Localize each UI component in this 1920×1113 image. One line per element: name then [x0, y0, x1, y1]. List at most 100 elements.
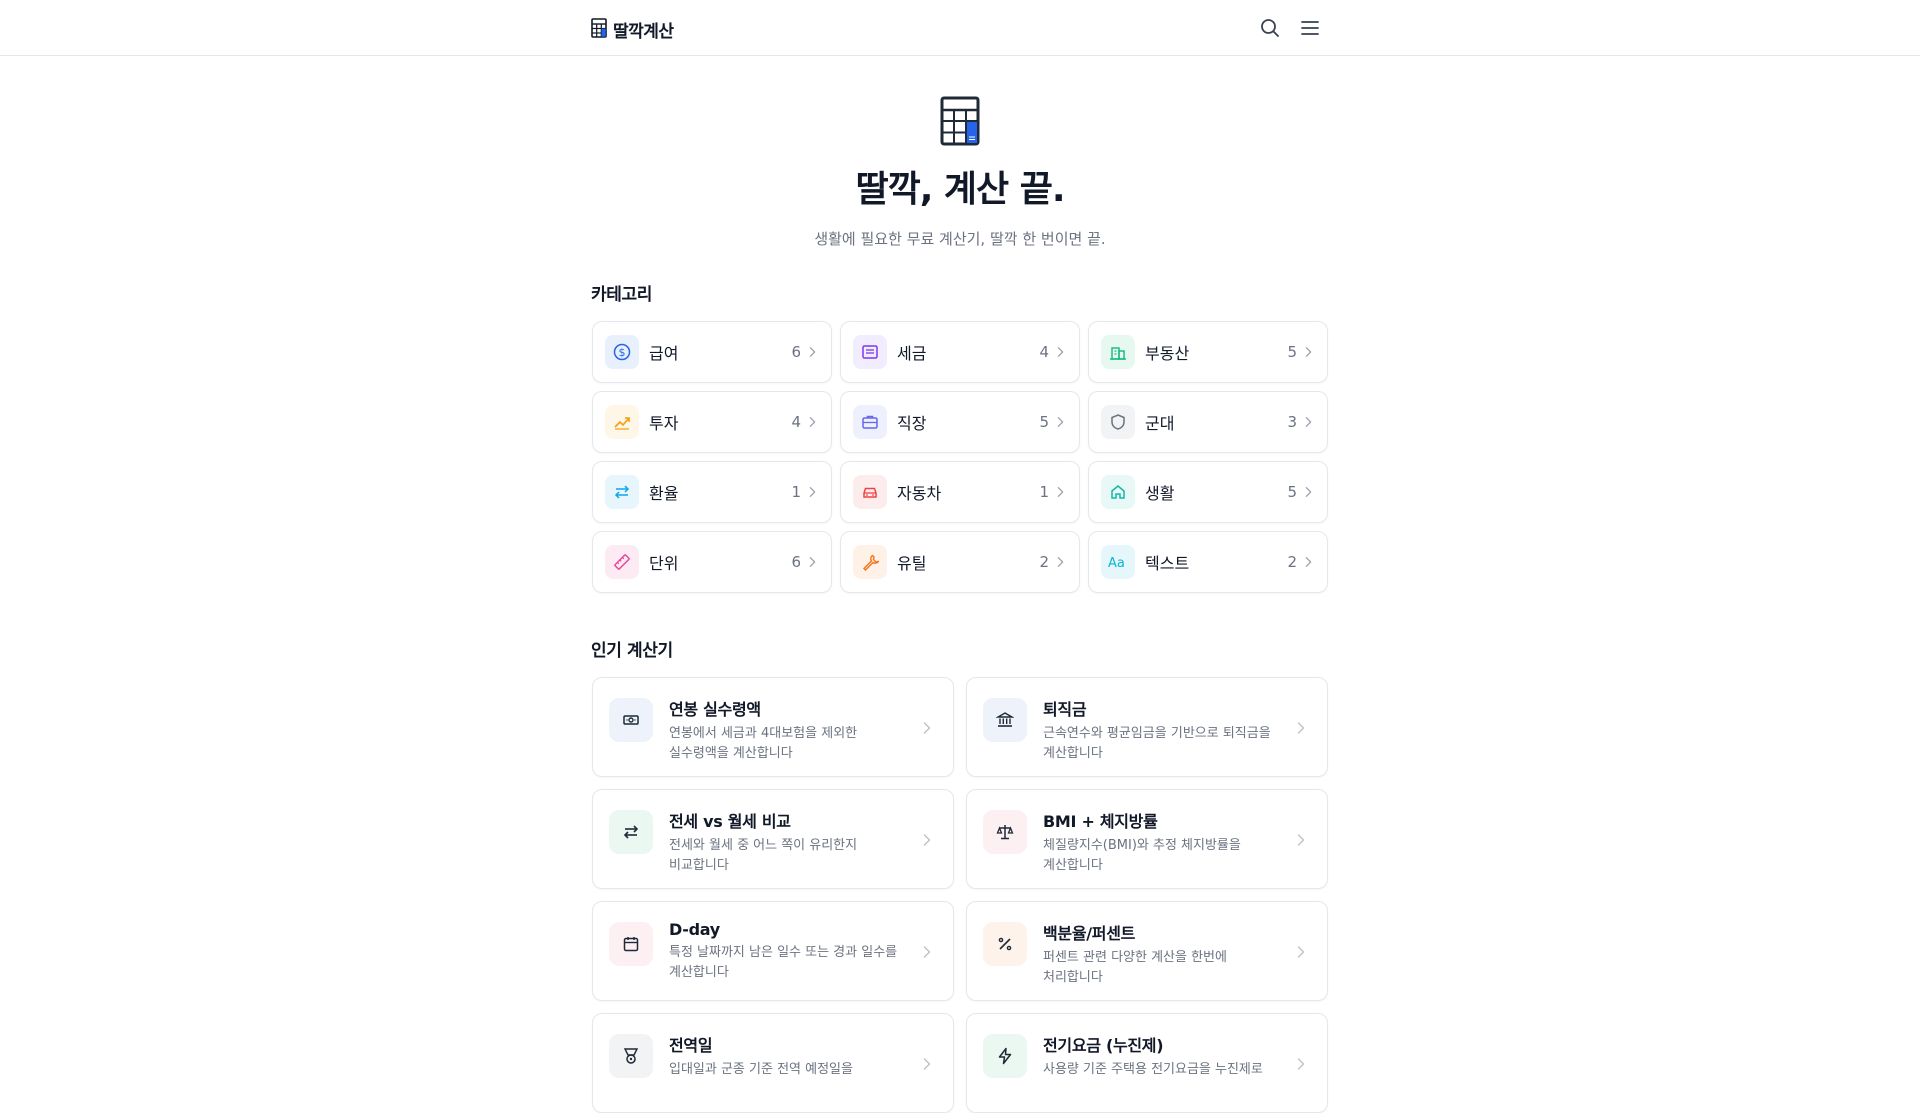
category-count: 5 [1039, 413, 1049, 431]
category-label: 텍스트 [1145, 554, 1190, 573]
calculator-card-text: 전역일 입대일과 군종 기준 전역 예정일을 [669, 1032, 914, 1080]
category-grid: $ 급여 6 세금 4 부동산 5 투자 4 직장 5 군대 3 환율 1 자동… [592, 321, 1329, 593]
calculator-title: D-day [669, 920, 720, 939]
calculator-description-line-1: 입대일과 군종 기준 전역 예정일을 [669, 1062, 853, 1077]
category-count: 2 [1287, 553, 1297, 571]
category-card[interactable]: $ 급여 6 [592, 321, 832, 383]
calculator-card-text: D-day 특정 날짜까지 남은 일수 또는 경과 일수를 계산합니다 [669, 920, 914, 983]
calculator-description: 퍼센트 관련 다양한 계산을 한번에 처리합니다 [1043, 948, 1288, 988]
chevron-right-icon [1305, 485, 1315, 499]
category-count: 2 [1039, 553, 1049, 571]
car-icon [853, 475, 887, 509]
category-count: 1 [791, 483, 801, 501]
calculator-title: 전역일 [669, 1036, 713, 1055]
calculator-description: 연봉에서 세금과 4대보험을 제외한 실수령액을 계산합니다 [669, 724, 914, 764]
search-icon[interactable] [1259, 17, 1281, 39]
category-label: 부동산 [1145, 344, 1190, 363]
category-label: 환율 [649, 484, 679, 503]
calculator-description-line-1: 사용량 기준 주택용 전기요금을 누진제로 [1043, 1062, 1263, 1077]
percent-icon [983, 922, 1027, 966]
category-count: 4 [1039, 343, 1049, 361]
calculator-card[interactable]: 연봉 실수령액 연봉에서 세금과 4대보험을 제외한 실수령액을 계산합니다 [592, 677, 954, 777]
calculator-description-line-2: 계산합니다 [1043, 858, 1103, 873]
shield-icon [1101, 405, 1135, 439]
category-label: 직장 [897, 414, 927, 433]
category-label: 유틸 [897, 554, 927, 573]
menu-icon[interactable] [1299, 17, 1321, 39]
scale-icon [983, 810, 1027, 854]
exchange-icon [605, 475, 639, 509]
calculator-description-line-2: 실수령액을 계산합니다 [669, 746, 793, 761]
category-label: 군대 [1145, 414, 1175, 433]
ruler-icon [605, 545, 639, 579]
logo-text: 딸깍계산 [613, 22, 674, 42]
category-label: 세금 [897, 344, 927, 363]
category-card[interactable]: Aa 텍스트 2 [1088, 531, 1328, 593]
calculator-description: 특정 날짜까지 남은 일수 또는 경과 일수를 계산합니다 [669, 943, 914, 983]
chevron-right-icon [1305, 555, 1315, 569]
chevron-right-icon [1305, 345, 1315, 359]
calculator-card[interactable]: 퇴직금 근속연수와 평균임금을 기반으로 퇴직금을 계산합니다 [966, 677, 1328, 777]
calculator-card[interactable]: 백분율/퍼센트 퍼센트 관련 다양한 계산을 한번에 처리합니다 [966, 901, 1328, 1001]
chevron-right-icon [923, 720, 931, 739]
category-card[interactable]: 투자 4 [592, 391, 832, 453]
calculator-hero-icon [940, 96, 980, 150]
popular-heading: 인기 계산기 [591, 641, 673, 661]
bank-icon [983, 698, 1027, 742]
category-card[interactable]: 유틸 2 [840, 531, 1080, 593]
chevron-right-icon [1057, 485, 1067, 499]
category-count: 6 [791, 343, 801, 361]
category-card[interactable]: 생활 5 [1088, 461, 1328, 523]
calculator-title: 백분율/퍼센트 [1043, 924, 1136, 943]
chevron-right-icon [1305, 415, 1315, 429]
calculator-description-line-2: 계산합니다 [669, 965, 729, 980]
calculator-description-line-2: 계산합니다 [1043, 746, 1103, 761]
dollar-icon: $ [605, 335, 639, 369]
calculator-description: 전세와 월세 중 어느 쪽이 유리한지 비교합니다 [669, 836, 914, 876]
chevron-right-icon [809, 555, 819, 569]
category-card[interactable]: 자동차 1 [840, 461, 1080, 523]
chevron-right-icon [923, 832, 931, 851]
category-card[interactable]: 환율 1 [592, 461, 832, 523]
calculator-title: BMI + 체지방률 [1043, 812, 1158, 831]
calculator-card[interactable]: 전기요금 (누진제) 사용량 기준 주택용 전기요금을 누진제로 [966, 1013, 1328, 1113]
category-count: 3 [1287, 413, 1297, 431]
hero-section: 딸깍, 계산 끝. 생활에 필요한 무료 계산기, 딸깍 한 번이면 끝. [0, 96, 1920, 249]
category-card[interactable]: 단위 6 [592, 531, 832, 593]
wrench-icon [853, 545, 887, 579]
calculator-card[interactable]: BMI + 체지방률 체질량지수(BMI)와 추정 체지방률을 계산합니다 [966, 789, 1328, 889]
category-card[interactable]: 세금 4 [840, 321, 1080, 383]
calculator-title: 전기요금 (누진제) [1043, 1036, 1164, 1055]
category-count: 1 [1039, 483, 1049, 501]
calculator-logo-icon [591, 17, 607, 42]
calculator-card-text: 백분율/퍼센트 퍼센트 관련 다양한 계산을 한번에 처리합니다 [1043, 920, 1288, 988]
medal-icon [609, 1034, 653, 1078]
category-card[interactable]: 부동산 5 [1088, 321, 1328, 383]
chevron-right-icon [1297, 832, 1305, 851]
chevron-right-icon [1297, 720, 1305, 739]
money-icon [609, 698, 653, 742]
category-card[interactable]: 직장 5 [840, 391, 1080, 453]
chevron-right-icon [1057, 555, 1067, 569]
category-card[interactable]: 군대 3 [1088, 391, 1328, 453]
logo-link[interactable]: 딸깍계산 [591, 17, 674, 42]
calculator-description: 근속연수와 평균임금을 기반으로 퇴직금을 계산합니다 [1043, 724, 1288, 764]
top-navigation-bar: 딸깍계산 [0, 0, 1920, 56]
chevron-right-icon [1297, 944, 1305, 963]
building-icon [1101, 335, 1135, 369]
calculator-card-text: 전세 vs 월세 비교 전세와 월세 중 어느 쪽이 유리한지 비교합니다 [669, 808, 914, 876]
chevron-right-icon [809, 415, 819, 429]
category-label: 급여 [649, 344, 679, 363]
calculator-description-line-1: 전세와 월세 중 어느 쪽이 유리한지 [669, 838, 858, 853]
category-label: 투자 [649, 414, 679, 433]
calculator-title: 전세 vs 월세 비교 [669, 812, 791, 831]
calculator-card-text: 전기요금 (누진제) 사용량 기준 주택용 전기요금을 누진제로 [1043, 1032, 1288, 1080]
calculator-title: 연봉 실수령액 [669, 700, 761, 719]
receipt-icon [853, 335, 887, 369]
hero-title: 딸깍, 계산 끝. [855, 169, 1065, 210]
calculator-card[interactable]: 전역일 입대일과 군종 기준 전역 예정일을 [592, 1013, 954, 1113]
svg-text:Aa: Aa [1108, 556, 1125, 571]
calculator-card[interactable]: 전세 vs 월세 비교 전세와 월세 중 어느 쪽이 유리한지 비교합니다 [592, 789, 954, 889]
calculator-card[interactable]: D-day 특정 날짜까지 남은 일수 또는 경과 일수를 계산합니다 [592, 901, 954, 1001]
calculator-card-text: 퇴직금 근속연수와 평균임금을 기반으로 퇴직금을 계산합니다 [1043, 696, 1288, 764]
